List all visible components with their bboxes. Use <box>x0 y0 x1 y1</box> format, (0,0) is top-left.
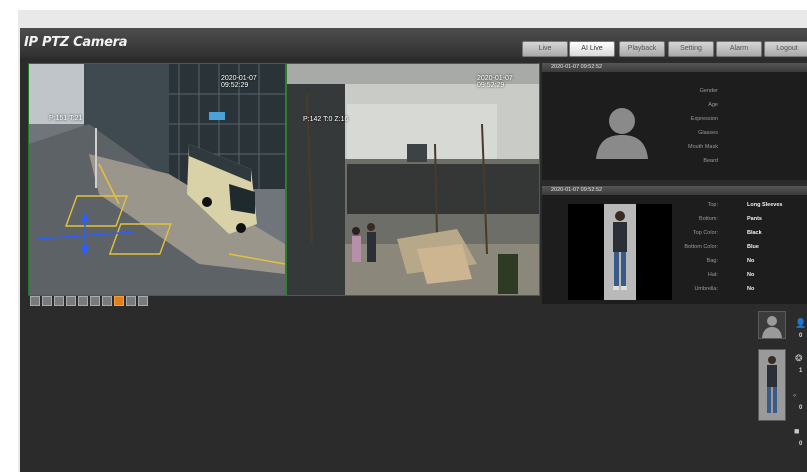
attr-umbrella-value: No <box>747 286 755 292</box>
face-panel-header: 2020-01-07 09:52:52 <box>542 63 807 72</box>
left-timestamp: 2020-01-07 09:52:29 <box>221 75 257 89</box>
layout-9-icon[interactable] <box>138 296 148 306</box>
person-placeholder-icon <box>762 316 782 338</box>
tab-setting[interactable]: Setting <box>668 41 714 57</box>
attr-hat-label: Hat: <box>707 272 718 278</box>
event-list-area <box>20 316 807 472</box>
attr-glasses-label: Glasses <box>698 130 718 136</box>
pedestrian-icon: ❂ <box>795 353 803 363</box>
left-ptz-position: P:151 T:21 <box>49 115 83 122</box>
attr-top-value: Long Sleeves <box>747 202 783 208</box>
layout-7-icon-active[interactable] <box>114 296 124 306</box>
body-attribute-panel: 2020-01-07 09:52:52 Top: Long Sleeves Bo… <box>542 186 807 304</box>
title-bar: IP PTZ Camera Live AI Live Playback Sett… <box>20 28 807 58</box>
attr-beard-label: Beard <box>703 158 718 164</box>
layout-5-icon[interactable] <box>90 296 100 306</box>
tab-alarm[interactable]: Alarm <box>716 41 762 57</box>
layout-1-icon[interactable] <box>42 296 52 306</box>
attr-umbrella-label: Umbrella: <box>694 286 718 292</box>
person-count: 0 <box>799 333 803 339</box>
tab-ai-live[interactable]: AI Live <box>569 41 615 57</box>
attr-bag-label: Bag: <box>706 258 718 264</box>
face-thumbnail[interactable] <box>758 311 786 339</box>
tab-playback[interactable]: Playback <box>619 41 665 57</box>
fullscreen-icon[interactable] <box>30 296 40 306</box>
attr-hat-value: No <box>747 272 755 278</box>
layout-2-icon[interactable] <box>54 296 64 306</box>
layout-3-icon[interactable] <box>66 296 76 306</box>
pedestrian-count: 1 <box>799 368 803 374</box>
bicycle-icon: ◦ <box>793 390 797 400</box>
attr-bottom-color-value: Blue <box>747 244 759 250</box>
vehicle-icon: ■ <box>794 426 800 436</box>
attr-bottom-color-label: Bottom Color: <box>684 244 718 250</box>
attr-age-label: Age <box>708 102 718 108</box>
attr-top-color-label: Top Color: <box>692 230 718 236</box>
body-panel-header: 2020-01-07 09:52:52 <box>542 186 807 195</box>
person-icon: 👤 <box>795 318 807 328</box>
attr-top-label: Top: <box>707 202 718 208</box>
camera-view-left[interactable]: 2020-01-07 09:52:29 P:151 T:21 <box>29 64 287 295</box>
tab-live[interactable]: Live <box>522 41 568 57</box>
app-window: IP PTZ Camera Live AI Live Playback Sett… <box>20 28 807 472</box>
layout-4-icon[interactable] <box>78 296 88 306</box>
vehicle-count: 0 <box>799 441 803 447</box>
camera-view-right[interactable]: 2020-01-07 09:52:29 P:142 T:0 Z:16 <box>287 64 539 295</box>
scene-right-image <box>287 64 539 295</box>
layout-6-icon[interactable] <box>102 296 112 306</box>
tab-logout[interactable]: Logout <box>764 41 807 57</box>
attr-bag-value: No <box>747 258 755 264</box>
attr-mouth-mask-label: Mouth Mask <box>688 144 718 150</box>
attr-gender-label: Gender <box>699 88 718 94</box>
attr-expression-label: Expression <box>690 116 718 122</box>
body-thumbnail[interactable] <box>758 349 786 421</box>
face-attribute-panel: 2020-01-07 09:52:52 Gender Age Expressio… <box>542 63 807 180</box>
bicycle-count: 0 <box>799 405 803 411</box>
app-title: IP PTZ Camera <box>24 35 128 50</box>
attr-bottom-label: Bottom: <box>699 216 718 222</box>
body-thumbnail-image <box>759 350 785 420</box>
layout-8-icon[interactable] <box>126 296 136 306</box>
right-timestamp: 2020-01-07 09:52:29 <box>477 75 513 89</box>
live-video-area[interactable]: 2020-01-07 09:52:29 P:151 T:21 2020-01-0… <box>28 63 540 296</box>
scene-left-image <box>29 64 285 295</box>
right-ptz-position: P:142 T:0 Z:16 <box>303 116 349 123</box>
attr-bottom-value: Pants <box>747 216 762 222</box>
attr-top-color-value: Black <box>747 230 762 236</box>
